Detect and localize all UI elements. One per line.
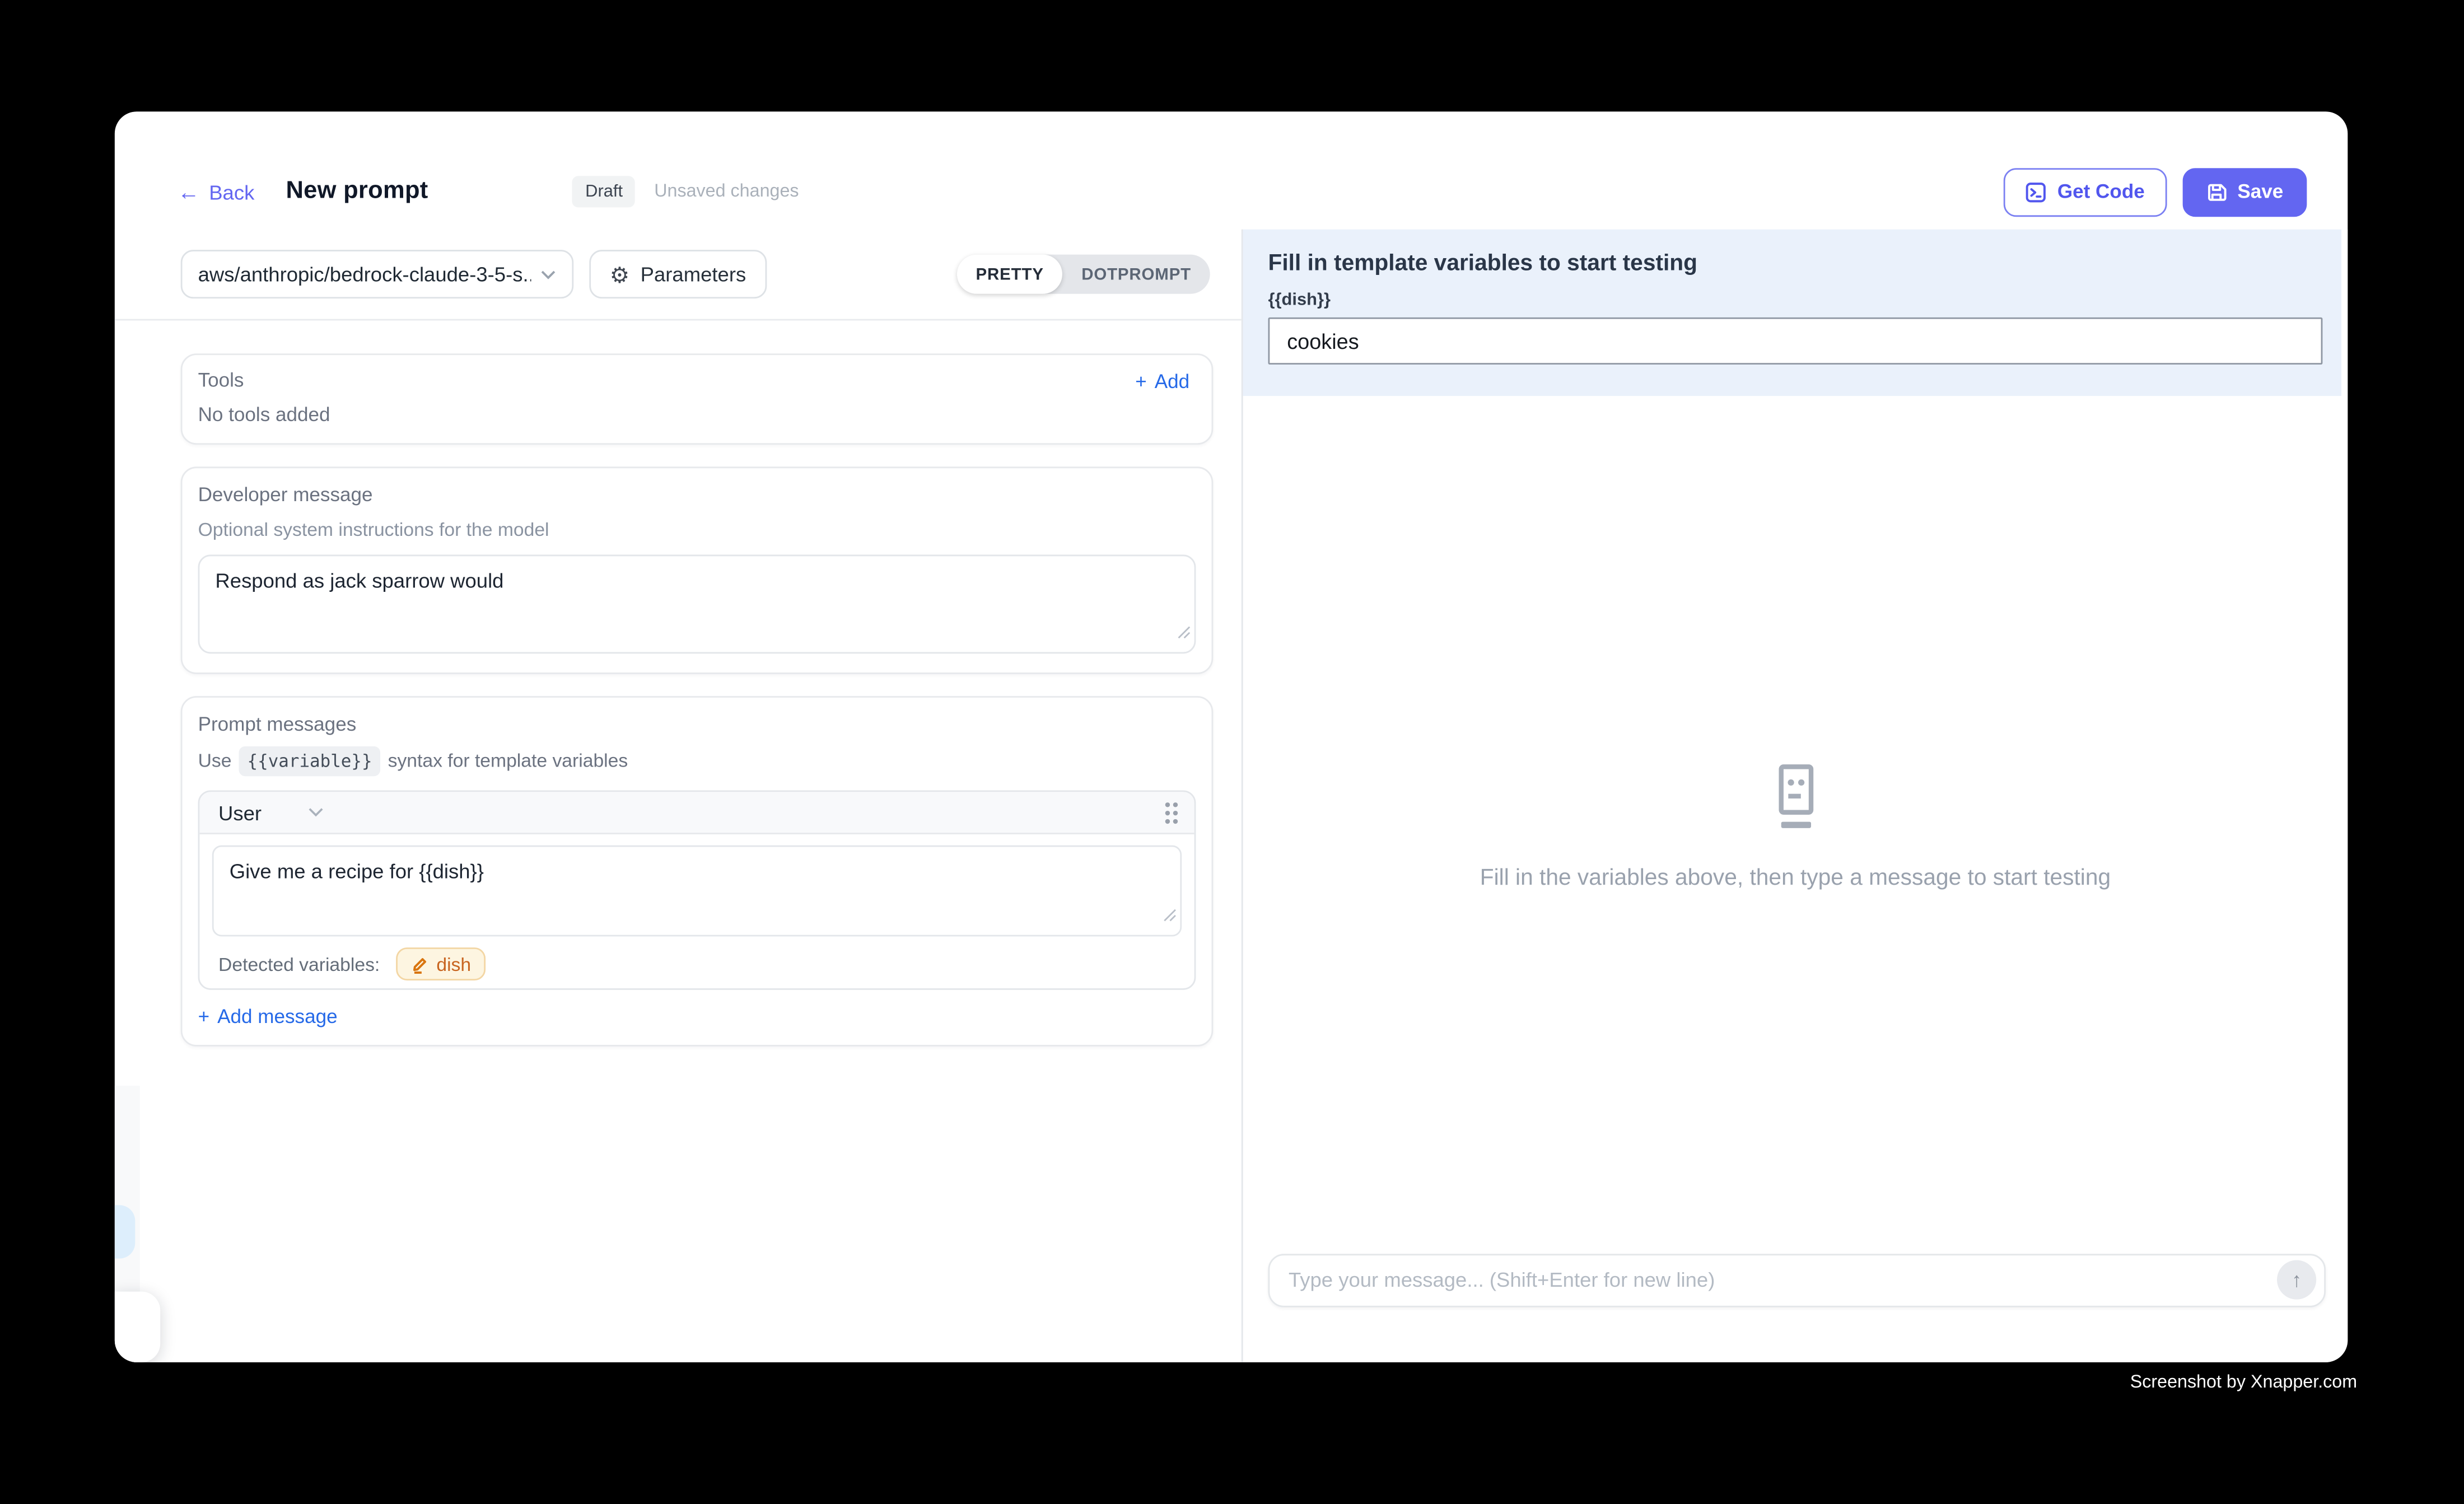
tab-pretty[interactable]: PRETTY	[957, 255, 1063, 294]
add-tool-button[interactable]: + Add	[1135, 370, 1189, 392]
bottom-left-popover-fragment	[115, 1292, 160, 1362]
pencil-icon	[410, 955, 429, 974]
developer-message-title: Developer message	[198, 484, 1196, 507]
chat-empty-text: Fill in the variables above, then type a…	[1243, 866, 2348, 891]
variables-panel-title: Fill in template variables to start test…	[1268, 251, 2323, 277]
up-arrow-icon: ↑	[2292, 1268, 2302, 1292]
add-tool-label: Add	[1155, 370, 1189, 392]
parameters-label: Parameters	[641, 263, 746, 286]
save-label: Save	[2237, 181, 2283, 203]
variable-syntax-chip: {{variable}}	[239, 746, 380, 776]
tools-empty-text: No tools added	[198, 404, 1190, 427]
template-variables-panel: Fill in template variables to start test…	[1243, 230, 2341, 396]
get-code-label: Get Code	[2057, 181, 2145, 203]
template-syntax-hint: Use {{variable}} syntax for template var…	[198, 746, 1196, 776]
get-code-button[interactable]: Get Code	[2004, 167, 2167, 216]
message-header: User	[199, 792, 1194, 834]
developer-message-textarea[interactable]: Respond as jack sparrow would	[198, 555, 1196, 654]
robot-icon	[1768, 764, 1822, 836]
screenshot-stage: ← Back New prompt Draft Unsaved changes …	[0, 0, 2464, 1504]
role-label: User	[218, 801, 262, 824]
message-block: User	[198, 790, 1196, 989]
send-button[interactable]: ↑	[2277, 1260, 2316, 1299]
add-message-label: Add message	[217, 1006, 337, 1027]
variable-value-input[interactable]	[1268, 317, 2323, 365]
tools-title: Tools	[198, 369, 244, 393]
save-icon	[2206, 181, 2226, 202]
tab-dotprompt[interactable]: DOTPROMPT	[1063, 255, 1210, 294]
watermark-label: Screenshot by Xnapper.com	[2130, 1374, 2357, 1393]
prompt-messages-card: Prompt messages Use {{variable}} syntax …	[181, 696, 1214, 1047]
hint-suffix: syntax for template variables	[388, 750, 628, 773]
resize-handle[interactable]	[1177, 619, 1191, 648]
save-button[interactable]: Save	[2182, 167, 2307, 216]
parameters-button[interactable]: ⚙ Parameters	[589, 250, 766, 298]
chat-message-input[interactable]	[1289, 1268, 2277, 1292]
variable-chip-dish[interactable]: dish	[395, 947, 485, 980]
model-select-value: aws/anthropic/bedrock-claude-3-5-s...	[198, 263, 532, 286]
page-title: New prompt	[286, 178, 428, 206]
terminal-icon	[2026, 181, 2046, 202]
resize-handle[interactable]	[1163, 902, 1177, 931]
model-select[interactable]: aws/anthropic/bedrock-claude-3-5-s...	[181, 250, 574, 298]
test-pane: Fill in template variables to start test…	[1242, 230, 2348, 1362]
message-textarea[interactable]: Give me a recipe for {{dish}}	[212, 846, 1182, 937]
add-message-button[interactable]: + Add message	[198, 1006, 338, 1027]
plus-icon: +	[198, 1006, 210, 1027]
back-label: Back	[209, 180, 254, 203]
chevron-down-icon	[541, 269, 556, 279]
window-header: ← Back New prompt Draft Unsaved changes …	[115, 164, 2348, 220]
message-body: Give me a recipe for {{dish}} Detected v…	[199, 834, 1194, 988]
plus-icon: +	[1135, 370, 1147, 392]
detected-variables-label: Detected variables:	[218, 953, 380, 975]
unsaved-changes-label: Unsaved changes	[654, 183, 799, 202]
back-arrow-icon: ←	[178, 181, 199, 203]
editor-toolbar: aws/anthropic/bedrock-claude-3-5-s... ⚙ …	[115, 230, 1242, 321]
chat-empty-state: Fill in the variables above, then type a…	[1243, 764, 2348, 891]
chevron-down-icon	[309, 807, 324, 817]
developer-message-subtitle: Optional system instructions for the mod…	[198, 519, 1196, 540]
drag-handle-icon[interactable]	[1164, 801, 1178, 824]
app-window: ← Back New prompt Draft Unsaved changes …	[115, 111, 2348, 1361]
gear-icon: ⚙	[610, 263, 629, 285]
hint-prefix: Use	[198, 750, 232, 773]
left-edge-highlight-fragment	[115, 1205, 135, 1258]
detected-variables-row: Detected variables: dish	[212, 947, 1182, 980]
editor-content: Tools + Add No tools added Developer mes…	[115, 320, 1242, 1046]
back-button[interactable]: ← Back	[178, 180, 254, 203]
variable-chip-label: dish	[436, 953, 471, 975]
status-badge: Draft	[573, 176, 636, 207]
prompt-editor-pane: aws/anthropic/bedrock-claude-3-5-s... ⚙ …	[115, 230, 1242, 1362]
role-select[interactable]: User	[218, 801, 324, 824]
variable-name-label: {{dish}}	[1268, 291, 2323, 310]
view-mode-toggle: PRETTY DOTPROMPT	[957, 255, 1210, 294]
chat-input-bar: ↑	[1268, 1253, 2326, 1306]
prompt-messages-title: Prompt messages	[198, 713, 1196, 737]
developer-message-card: Developer message Optional system instru…	[181, 466, 1214, 674]
tools-card: Tools + Add No tools added	[181, 353, 1214, 445]
